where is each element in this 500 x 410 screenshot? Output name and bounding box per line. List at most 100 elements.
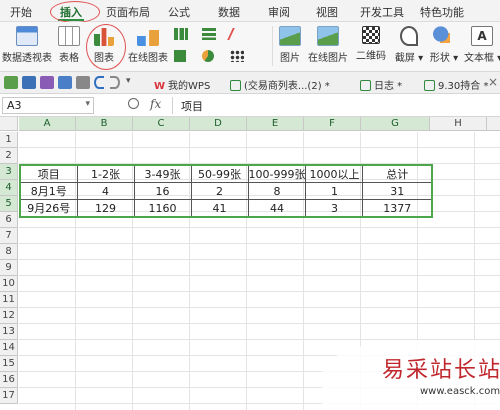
row-header[interactable]: 5 xyxy=(0,196,18,212)
column-chart-icon[interactable] xyxy=(174,28,188,40)
row-header[interactable]: 15 xyxy=(0,356,18,372)
column-header-i[interactable] xyxy=(487,117,500,131)
print-icon[interactable] xyxy=(58,76,72,89)
redo-icon[interactable] xyxy=(110,76,120,89)
column-header-a[interactable]: A xyxy=(19,117,76,131)
row-header[interactable]: 9 xyxy=(0,260,18,276)
row-header[interactable]: 12 xyxy=(0,308,18,324)
zoom-icon[interactable] xyxy=(128,98,139,109)
table-cell[interactable]: 项目 xyxy=(19,164,78,183)
online-chart-button[interactable]: 在线图表 xyxy=(122,24,174,68)
pivot-table-button[interactable]: 数据透视表 xyxy=(2,24,52,68)
table-cell[interactable]: 1000以上 xyxy=(305,164,364,183)
cell-reference: A3 xyxy=(7,99,22,112)
pie-chart-icon[interactable] xyxy=(202,50,214,62)
online-chart-label: 在线图表 xyxy=(128,53,168,64)
column-header-h[interactable]: H xyxy=(430,117,487,131)
shapes-button[interactable]: 形状 ▾ xyxy=(428,24,460,68)
row-header[interactable]: 11 xyxy=(0,292,18,308)
tab-developer[interactable]: 开发工具 xyxy=(360,4,404,20)
row-header[interactable]: 2 xyxy=(0,148,18,164)
doc-tab-holdings[interactable]: 9.30持合 * xyxy=(420,75,492,92)
table-cell[interactable]: 1377 xyxy=(362,199,433,218)
ribbon-separator xyxy=(272,26,273,66)
screenshot-button[interactable]: 截屏 ▾ xyxy=(392,24,426,68)
scatter-chart-icon[interactable] xyxy=(230,50,244,62)
column-header-b[interactable]: B xyxy=(76,117,133,131)
table-cell[interactable]: 3 xyxy=(305,199,364,218)
name-box[interactable]: A3 ▾ xyxy=(2,97,94,114)
chart-type-gallery[interactable] xyxy=(174,28,264,62)
table-cell[interactable]: 3-49张 xyxy=(133,164,192,183)
tab-formulas[interactable]: 公式 xyxy=(168,4,190,20)
row-header[interactable]: 4 xyxy=(0,180,18,196)
row-header[interactable]: 7 xyxy=(0,228,18,244)
column-header-g[interactable]: G xyxy=(361,117,430,131)
table-cell[interactable]: 1160 xyxy=(133,199,192,218)
chart-label: 图表 xyxy=(94,53,114,64)
tab-data[interactable]: 数据 xyxy=(218,4,240,20)
table-cell[interactable]: 44 xyxy=(247,199,307,218)
table-cell[interactable]: 41 xyxy=(190,199,249,218)
doc-tab-dealer-list[interactable]: (交易商列表...(2) * xyxy=(226,75,334,92)
table-cell[interactable]: 129 xyxy=(76,199,135,218)
column-header-d[interactable]: D xyxy=(190,117,247,131)
picture-button[interactable]: 图片 xyxy=(278,24,302,68)
name-box-dropdown-icon[interactable]: ▾ xyxy=(85,99,90,109)
tab-insert[interactable]: 插入 xyxy=(60,4,82,20)
doc-tab-my-wps[interactable]: W 我的WPS xyxy=(150,75,214,92)
close-tab-icon[interactable]: × xyxy=(488,75,498,89)
table-cell[interactable]: 100-999张 xyxy=(247,164,307,183)
online-picture-label: 在线图片 xyxy=(308,53,348,64)
row-header[interactable]: 3 xyxy=(0,164,18,180)
qrcode-button[interactable]: 二维码 xyxy=(354,24,388,68)
save-icon[interactable] xyxy=(22,76,36,89)
quick-access-more-icon[interactable]: ▾ xyxy=(126,76,131,86)
table-cell[interactable]: 1 xyxy=(305,182,364,200)
tab-review[interactable]: 审阅 xyxy=(268,4,290,20)
new-file-icon[interactable] xyxy=(4,76,18,89)
column-header-c[interactable]: C xyxy=(133,117,190,131)
undo-icon[interactable] xyxy=(94,76,104,89)
table-cell[interactable]: 总计 xyxy=(362,164,433,183)
online-picture-button[interactable]: 在线图片 xyxy=(306,24,350,68)
column-header-e[interactable]: E xyxy=(247,117,304,131)
table-icon xyxy=(58,26,80,46)
textbox-label: 文本框 ▾ xyxy=(464,53,500,64)
row-header[interactable]: 17 xyxy=(0,388,18,404)
doc-tab-log[interactable]: 日志 * xyxy=(356,75,406,92)
table-cell[interactable]: 8 xyxy=(247,182,307,200)
select-all-corner[interactable] xyxy=(0,117,18,131)
table-cell[interactable]: 4 xyxy=(76,182,135,200)
line-chart-icon[interactable] xyxy=(227,28,249,40)
qrcode-label: 二维码 xyxy=(356,51,386,62)
tab-page-layout[interactable]: 页面布局 xyxy=(106,4,150,20)
tab-view[interactable]: 视图 xyxy=(316,4,338,20)
area-chart-icon[interactable] xyxy=(174,50,186,62)
format-painter-icon[interactable] xyxy=(76,76,90,89)
print-preview-icon[interactable] xyxy=(40,76,54,89)
column-header-f[interactable]: F xyxy=(304,117,361,131)
formula-input[interactable]: 项目 xyxy=(172,97,492,114)
chart-button[interactable]: 图表 xyxy=(90,24,118,68)
row-header[interactable]: 1 xyxy=(0,132,18,148)
table-cell[interactable]: 8月1号 xyxy=(19,182,78,200)
tab-start[interactable]: 开始 xyxy=(10,4,32,20)
tab-special[interactable]: 特色功能 xyxy=(420,4,464,20)
table-button[interactable]: 表格 xyxy=(56,24,82,68)
table-cell[interactable]: 50-99张 xyxy=(190,164,249,183)
row-header[interactable]: 6 xyxy=(0,212,18,228)
bar-chart-icon[interactable] xyxy=(202,28,216,40)
table-cell[interactable]: 2 xyxy=(190,182,249,200)
row-header[interactable]: 13 xyxy=(0,324,18,340)
table-cell[interactable]: 1-2张 xyxy=(76,164,135,183)
textbox-button[interactable]: A 文本框 ▾ xyxy=(464,24,500,68)
table-cell[interactable]: 9月26号 xyxy=(19,199,78,218)
table-cell[interactable]: 31 xyxy=(362,182,433,200)
row-header[interactable]: 8 xyxy=(0,244,18,260)
fx-icon[interactable]: fx xyxy=(150,97,161,111)
table-cell[interactable]: 16 xyxy=(133,182,192,200)
row-header[interactable]: 16 xyxy=(0,372,18,388)
row-header[interactable]: 14 xyxy=(0,340,18,356)
row-header[interactable]: 10 xyxy=(0,276,18,292)
